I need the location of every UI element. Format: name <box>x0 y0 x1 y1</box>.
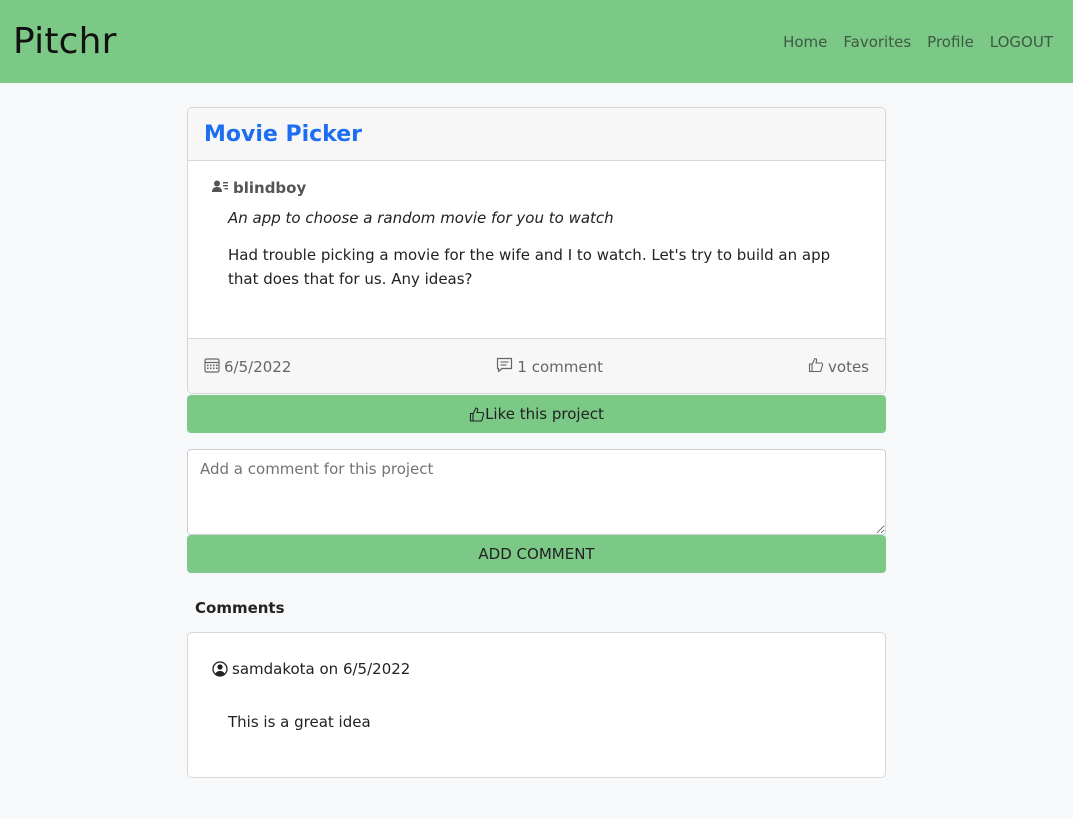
nav-link-home[interactable]: Home <box>783 33 827 51</box>
person-lines-icon <box>212 179 233 197</box>
comment-author-date: samdakota on 6/5/2022 <box>232 660 411 678</box>
project-author: blindboy <box>212 179 861 197</box>
project-card-footer: 6/5/2022 1 comment votes <box>188 338 885 393</box>
add-comment-button[interactable]: ADD COMMENT <box>187 535 886 573</box>
comments-heading: Comments <box>195 599 285 617</box>
comment-input[interactable] <box>187 449 886 535</box>
project-author-name[interactable]: blindboy <box>233 179 306 197</box>
project-card-header: Movie Picker <box>188 108 885 161</box>
like-project-button[interactable]: Like this project <box>187 395 886 433</box>
comment-meta: samdakota on 6/5/2022 <box>212 660 861 678</box>
comment-card: samdakota on 6/5/2022 This is a great id… <box>187 632 886 778</box>
project-comment-count-text: 1 comment <box>517 357 603 376</box>
nav-link-profile[interactable]: Profile <box>927 33 974 51</box>
project-date: 6/5/2022 <box>204 357 291 377</box>
project-title[interactable]: Movie Picker <box>204 122 362 147</box>
project-votes-text: votes <box>828 357 869 376</box>
brand-logo[interactable]: Pitchr <box>13 21 117 62</box>
nav-links: Home Favorites Profile LOGOUT <box>783 33 1053 51</box>
navbar: Pitchr Home Favorites Profile LOGOUT <box>0 0 1073 83</box>
project-comment-count[interactable]: 1 comment <box>496 357 603 377</box>
project-votes: votes <box>808 357 869 377</box>
project-card-body: blindboy An app to choose a random movie… <box>188 161 885 338</box>
like-project-label: Like this project <box>485 405 604 423</box>
calendar-icon <box>204 357 220 377</box>
project-description: Had trouble picking a movie for the wife… <box>228 246 831 288</box>
thumbs-up-icon <box>808 357 824 377</box>
thumbs-up-icon <box>469 406 485 423</box>
project-tagline: An app to choose a random movie for you … <box>228 209 614 227</box>
nav-link-favorites[interactable]: Favorites <box>843 33 911 51</box>
comment-text: This is a great idea <box>228 713 371 731</box>
project-card: Movie Picker blindboy An app to choose a… <box>187 107 886 394</box>
person-circle-icon <box>212 661 228 677</box>
project-date-text: 6/5/2022 <box>224 357 292 376</box>
nav-link-logout[interactable]: LOGOUT <box>990 33 1053 51</box>
chat-icon <box>496 357 513 377</box>
